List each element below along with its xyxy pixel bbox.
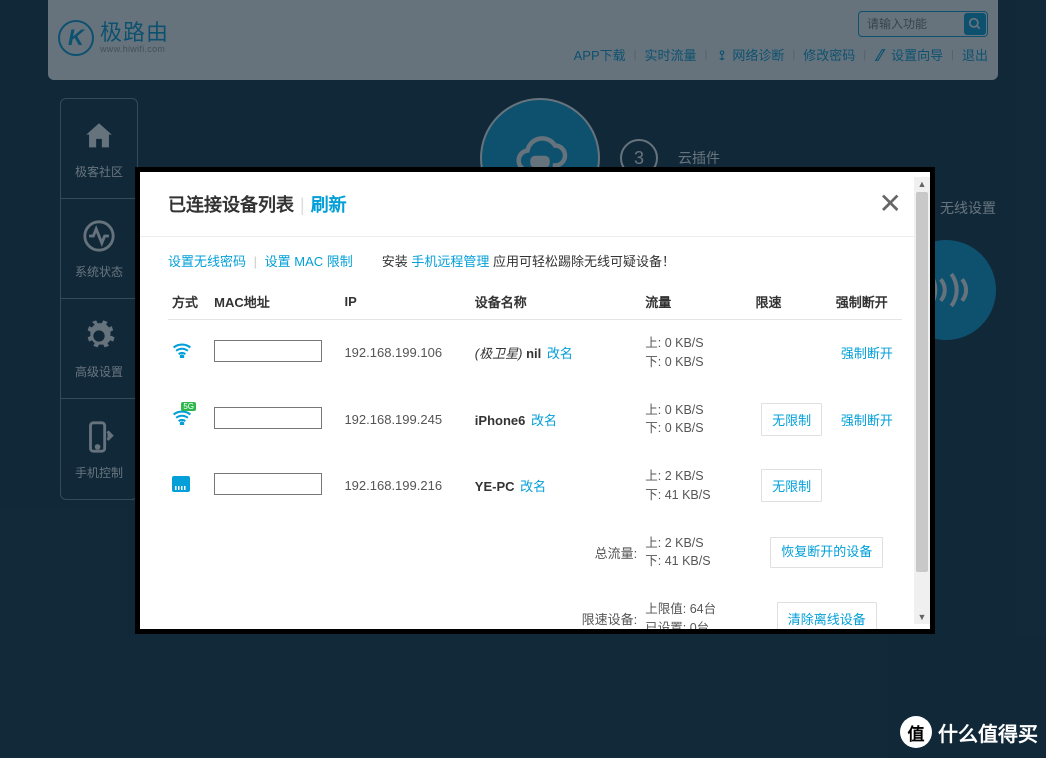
table-row: 192.168.199.245 iPhone6 改名 上: 0 KB/S下: 0… [168, 386, 902, 453]
scroll-thumb[interactable] [916, 192, 928, 572]
devices-table: 方式 MAC地址 IP 设备名称 流量 限速 强制断开 192.168.199.… [168, 284, 902, 629]
col-method: 方式 [168, 284, 210, 320]
close-button[interactable]: ✕ [879, 190, 902, 218]
restore-button[interactable]: 恢复断开的设备 [770, 537, 883, 568]
limit-button[interactable]: 无限制 [761, 469, 822, 502]
devices-modal: 已连接设备列表|刷新 ✕ 设置无线密码 | 设置 MAC 限制 安装 手机远程管… [135, 167, 935, 634]
summary-row-total: 总流量: 上: 2 KB/S下: 41 KB/S 恢复断开的设备 [168, 519, 902, 586]
scroll-up-icon[interactable]: ▲ [914, 177, 930, 191]
ethernet-icon [172, 476, 190, 492]
wifi-5g-icon [172, 409, 192, 430]
limit-label: 限速设备: [168, 586, 641, 630]
watermark: 值 什么值得买 [900, 716, 1038, 748]
modal-header: 已连接设备列表|刷新 ✕ [140, 172, 930, 237]
link-mac-limit[interactable]: 设置 MAC 限制 [265, 254, 353, 269]
col-limit: 限速 [752, 284, 832, 320]
col-disc: 强制断开 [832, 284, 902, 320]
clear-offline-button[interactable]: 清除离线设备 [777, 602, 877, 629]
modal-body: 设置无线密码 | 设置 MAC 限制 安装 手机远程管理 应用可轻松踢除无线可疑… [140, 237, 930, 629]
table-row: 192.168.199.216 YE-PC 改名 上: 2 KB/S下: 41 … [168, 453, 902, 520]
link-wifi-pwd[interactable]: 设置无线密码 [168, 254, 246, 269]
rename-link[interactable]: 改名 [547, 346, 573, 361]
ip-cell: 192.168.199.216 [340, 453, 470, 520]
watermark-text: 什么值得买 [938, 718, 1038, 747]
ip-cell: 192.168.199.106 [340, 320, 470, 387]
watermark-icon: 值 [900, 716, 932, 748]
ip-cell: 192.168.199.245 [340, 386, 470, 453]
total-label: 总流量: [168, 519, 641, 586]
disconnect-link[interactable]: 强制断开 [841, 413, 893, 428]
col-ip: IP [340, 284, 470, 320]
mac-field[interactable] [214, 473, 322, 495]
summary-row-limit: 限速设备: 上限值: 64台已设置: 0台 清除离线设备 [168, 586, 902, 630]
col-name: 设备名称 [471, 284, 641, 320]
link-remote[interactable]: 手机远程管理 [411, 254, 489, 269]
mac-field[interactable] [214, 340, 322, 362]
scrollbar[interactable]: ▲ ▼ [914, 177, 930, 624]
mac-field[interactable] [214, 407, 322, 429]
refresh-link[interactable]: 刷新 [311, 195, 347, 215]
modal-links: 设置无线密码 | 设置 MAC 限制 安装 手机远程管理 应用可轻松踢除无线可疑… [168, 251, 902, 270]
rename-link[interactable]: 改名 [520, 479, 546, 494]
scroll-down-icon[interactable]: ▼ [914, 610, 930, 624]
table-row: 192.168.199.106 (极卫星) nil 改名 上: 0 KB/S下:… [168, 320, 902, 387]
disconnect-link[interactable]: 强制断开 [841, 346, 893, 361]
col-mac: MAC地址 [210, 284, 340, 320]
wifi-icon [172, 342, 192, 363]
limit-button[interactable]: 无限制 [761, 403, 822, 436]
modal-title: 已连接设备列表|刷新 [168, 191, 347, 217]
col-traffic: 流量 [641, 284, 751, 320]
rename-link[interactable]: 改名 [531, 413, 557, 428]
